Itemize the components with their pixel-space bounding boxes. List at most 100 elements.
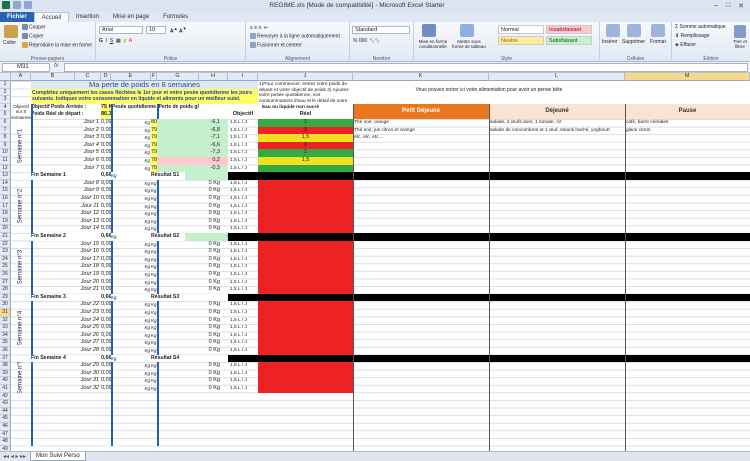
row-header-16[interactable]: 16 — [0, 195, 11, 203]
sheet-tab-mon-suivi[interactable]: Mon Suivi Perso — [30, 452, 86, 461]
select-all-corner[interactable] — [0, 73, 11, 81]
worksheet-grid[interactable]: ABCDEFGHIJKLMN12345678910111213141516171… — [0, 73, 750, 451]
format-cells-button[interactable]: Format — [650, 39, 666, 45]
cut-button[interactable]: Couper — [22, 24, 45, 30]
style-insufficient[interactable]: Insatisfaisant — [546, 25, 592, 34]
fill-button[interactable]: ⬇ Remplissage — [675, 33, 710, 39]
row-header-21[interactable]: 21 — [0, 233, 11, 241]
row-header-13[interactable]: 13 — [0, 172, 11, 180]
name-box[interactable]: M31 — [2, 63, 50, 72]
number-format-select[interactable]: Standard — [352, 26, 410, 34]
conditional-format-icon[interactable] — [422, 24, 436, 37]
quick-access-toolbar[interactable] — [2, 1, 32, 9]
row-header-9[interactable]: 9 — [0, 141, 11, 150]
column-header-h[interactable]: H — [199, 73, 228, 81]
conditional-format-button[interactable]: Mise en forme conditionnelle — [416, 39, 450, 49]
column-header-g[interactable]: G — [157, 73, 199, 81]
row-header-3[interactable]: 3 — [0, 96, 11, 104]
formula-input[interactable] — [64, 63, 748, 72]
font-size-select[interactable]: 10 — [146, 26, 166, 34]
row-header-32[interactable]: 32 — [0, 316, 11, 325]
border-icon[interactable]: ▦ — [116, 38, 121, 44]
row-header-26[interactable]: 26 — [0, 271, 11, 279]
font-color-icon[interactable]: A — [129, 38, 132, 44]
merge-center-button[interactable]: Fusionner et centrer — [250, 42, 302, 48]
row-header-12[interactable]: 12 — [0, 164, 11, 173]
paste-icon[interactable] — [4, 25, 18, 38]
column-header-l[interactable]: L — [489, 73, 625, 81]
maximize-icon[interactable]: □ — [726, 2, 730, 10]
undo-icon[interactable] — [24, 1, 32, 9]
font-name-select[interactable]: Arial — [99, 26, 143, 34]
underline-button[interactable]: S — [110, 38, 113, 44]
row-header-7[interactable]: 7 — [0, 126, 11, 135]
delete-cells-icon[interactable] — [627, 24, 641, 37]
tab-page-layout[interactable]: Mise en page — [106, 12, 156, 22]
column-header-m[interactable]: M — [625, 73, 750, 81]
autosum-button[interactable]: Σ Somme automatique — [675, 24, 726, 30]
row-header-47[interactable]: 47 — [0, 430, 11, 439]
wrap-text-button[interactable]: Renvoyer à la ligne automatiquement — [250, 33, 340, 39]
row-header-41[interactable]: 41 — [0, 385, 11, 393]
column-header-i[interactable]: I — [228, 73, 258, 81]
style-satisfactory[interactable]: Satisfaisant — [546, 36, 592, 45]
number-buttons[interactable]: % 000 ⁰₀ ⁰₀ — [353, 38, 380, 44]
row-header-31[interactable]: 31 — [0, 309, 11, 317]
row-header-11[interactable]: 11 — [0, 157, 11, 165]
minimize-icon[interactable]: – — [714, 2, 718, 10]
tab-file[interactable]: Fichier — [0, 12, 34, 22]
row-header-42[interactable]: 42 — [0, 392, 11, 401]
save-icon[interactable] — [13, 1, 21, 9]
row-header-24[interactable]: 24 — [0, 255, 11, 264]
row-header-8[interactable]: 8 — [0, 134, 11, 142]
row-header-35[interactable]: 35 — [0, 339, 11, 347]
sort-filter-button[interactable]: Trier et filtrer — [730, 39, 750, 49]
align-icons[interactable]: ≡ ≡ ≡ ⇤ — [250, 25, 269, 31]
tab-insert[interactable]: Insertion — [69, 12, 106, 22]
row-header-1[interactable]: 1 — [0, 81, 11, 89]
sort-filter-icon[interactable] — [734, 25, 746, 38]
italic-button[interactable]: I — [106, 38, 107, 44]
column-header-j[interactable]: J — [258, 73, 353, 81]
table-format-button[interactable]: Mettre sous forme de tableau — [452, 39, 486, 49]
row-header-29[interactable]: 29 — [0, 293, 11, 302]
column-header-k[interactable]: K — [353, 73, 489, 81]
row-header-48[interactable]: 48 — [0, 438, 11, 446]
delete-cells-button[interactable]: Supprimer — [622, 39, 645, 45]
column-header-a[interactable]: A — [11, 73, 31, 81]
column-header-c[interactable]: C — [75, 73, 101, 81]
fx-icon[interactable]: fx — [54, 63, 59, 69]
close-icon[interactable]: ✕ — [738, 2, 744, 10]
row-header-37[interactable]: 37 — [0, 354, 11, 363]
copy-button[interactable]: Copier — [22, 33, 44, 39]
row-header-23[interactable]: 23 — [0, 248, 11, 256]
format-painter-button[interactable]: Reproduire la mise en forme — [22, 42, 92, 48]
row-header-36[interactable]: 36 — [0, 347, 11, 355]
fill-color-icon[interactable]: ▮ — [123, 38, 126, 44]
row-header-44[interactable]: 44 — [0, 407, 11, 416]
row-header-27[interactable]: 27 — [0, 278, 11, 287]
row-header-22[interactable]: 22 — [0, 240, 11, 249]
row-header-20[interactable]: 20 — [0, 225, 11, 233]
row-header-18[interactable]: 18 — [0, 210, 11, 218]
row-header-19[interactable]: 19 — [0, 217, 11, 226]
row-header-34[interactable]: 34 — [0, 331, 11, 340]
row-header-10[interactable]: 10 — [0, 149, 11, 157]
row-header-38[interactable]: 38 — [0, 362, 11, 370]
tab-formulas[interactable]: Formules — [156, 12, 195, 22]
row-header-6[interactable]: 6 — [0, 119, 11, 127]
row-header-15[interactable]: 15 — [0, 187, 11, 195]
tab-home[interactable]: Accueil — [33, 12, 70, 22]
row-header-5[interactable]: 5 — [0, 111, 11, 119]
column-header-e[interactable]: E — [111, 73, 151, 81]
row-header-33[interactable]: 33 — [0, 324, 11, 332]
style-neutral[interactable]: Neutre — [498, 36, 544, 45]
row-header-14[interactable]: 14 — [0, 179, 11, 188]
row-header-43[interactable]: 43 — [0, 400, 11, 408]
row-header-46[interactable]: 46 — [0, 423, 11, 431]
format-cells-icon[interactable] — [651, 24, 665, 37]
row-header-40[interactable]: 40 — [0, 377, 11, 385]
column-header-b[interactable]: B — [31, 73, 75, 81]
paste-button[interactable]: Coller — [3, 40, 16, 46]
insert-cells-icon[interactable] — [606, 24, 620, 37]
